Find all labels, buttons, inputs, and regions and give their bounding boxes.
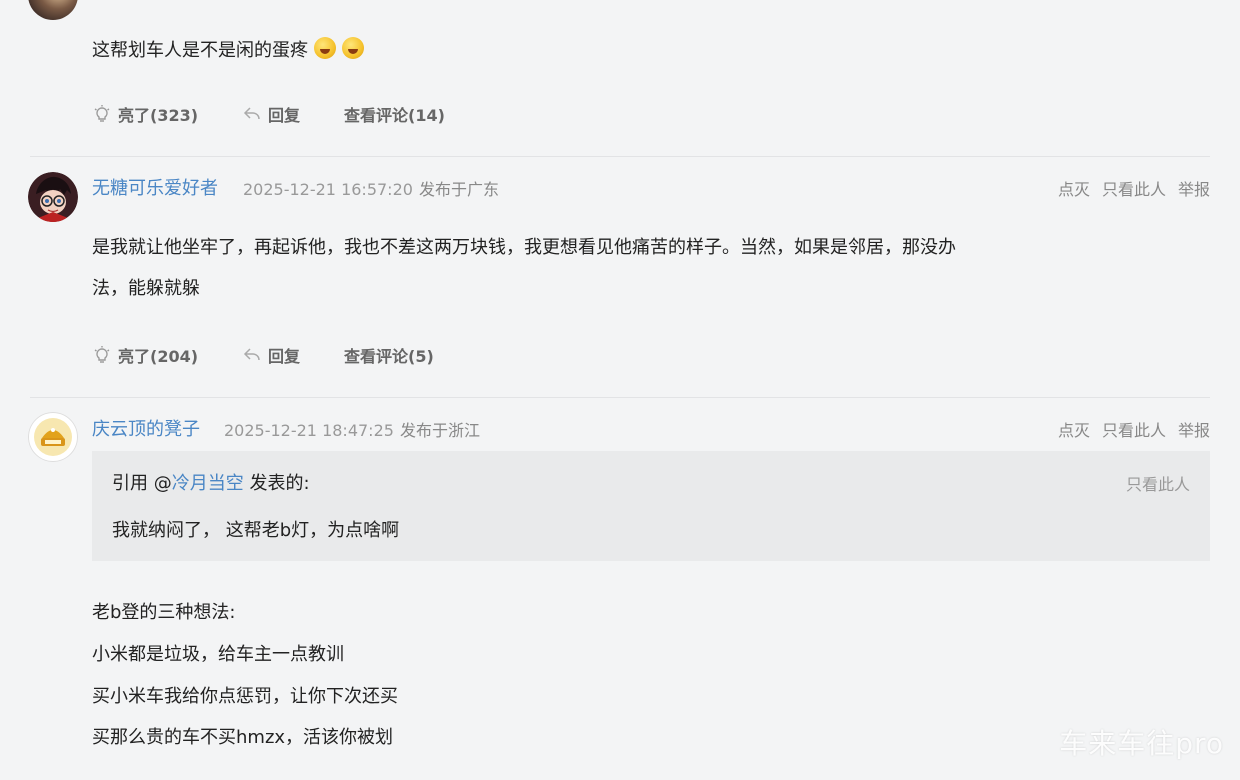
comment-text: 买那么贵的车不买hmzx，活该你被划	[92, 727, 394, 748]
view-comments-button[interactable]: 查看评论(5)	[344, 343, 434, 367]
report-button[interactable]: 举报	[1178, 417, 1210, 441]
report-button[interactable]: 举报	[1178, 176, 1210, 200]
only-this-user-button[interactable]: 只看此人	[1102, 417, 1166, 441]
lightbulb-icon	[94, 346, 110, 363]
dislike-button[interactable]: 点灭	[1058, 176, 1090, 200]
comment-meta: 2025-12-21 16:57:20 发布于广东	[243, 176, 499, 200]
like-button[interactable]: 亮了(204)	[92, 343, 198, 367]
comment-text: 买小米车我给你点惩罚，让你下次还买	[92, 686, 398, 707]
username[interactable]: 庆云顶的凳子	[92, 415, 200, 441]
comment-text: 老b登的三种想法:	[92, 602, 236, 623]
comment-toolbar: 点灭 只看此人 举报	[1046, 417, 1210, 441]
only-this-user-button[interactable]: 只看此人	[1126, 471, 1190, 495]
reply-button[interactable]: 回复	[242, 343, 300, 367]
reply-button[interactable]: 回复	[242, 102, 300, 126]
comment-meta: 2025-12-21 18:47:25 发布于浙江	[224, 417, 480, 441]
comment-text: 是我就让他坐牢了，再起诉他，我也不差这两万块钱，我更想看见他痛苦的样子。当然，如…	[92, 237, 956, 258]
comment-thread: 这帮划车人是不是闲的蛋疼 亮了(323) 回复 查看评论(14) 无糖可乐爱好者	[0, 0, 1240, 780]
comment-toolbar: 点灭 只看此人 举报	[1046, 176, 1210, 200]
quoted-username[interactable]: 冷月当空	[172, 473, 244, 494]
watermark: 车来车往pro	[1059, 727, 1224, 760]
timestamp: 2025-12-21 16:57:20	[243, 180, 413, 199]
username[interactable]: 无糖可乐爱好者	[92, 174, 218, 200]
quote-text: 我就纳闷了， 这帮老b灯，为点啥啊	[112, 520, 400, 541]
avatar-image	[28, 172, 78, 222]
dislike-button[interactable]: 点灭	[1058, 417, 1090, 441]
comment-text: 法，能躲就躲	[92, 278, 200, 299]
location: 发布于广东	[418, 180, 499, 199]
avatar[interactable]	[28, 412, 78, 462]
comment-actions: 亮了(204) 回复 查看评论(5)	[92, 343, 478, 367]
quoted-comment: 引用 @冷月当空 发表的: 只看此人 我就纳闷了， 这帮老b灯，为点啥啊	[92, 451, 1210, 561]
comment-text: 这帮划车人是不是闲的蛋疼	[92, 37, 364, 61]
laughing-emoji-icon	[314, 37, 336, 59]
reply-arrow-icon	[243, 107, 260, 120]
avatar[interactable]	[28, 0, 78, 20]
comment-text: 小米都是垃圾，给车主一点教训	[92, 644, 344, 665]
only-this-user-button[interactable]: 只看此人	[1102, 176, 1166, 200]
location: 发布于浙江	[399, 421, 480, 440]
like-button[interactable]: 亮了(323)	[92, 102, 198, 126]
laughing-emoji-icon	[342, 37, 364, 59]
quote-header: 引用 @冷月当空 发表的:	[112, 473, 310, 494]
reply-arrow-icon	[243, 348, 260, 361]
comment-actions: 亮了(323) 回复 查看评论(14)	[92, 102, 489, 126]
avatar[interactable]	[28, 172, 78, 222]
lightbulb-icon	[94, 105, 110, 122]
divider	[30, 397, 1210, 398]
avatar-image	[28, 412, 78, 462]
divider	[30, 156, 1210, 157]
view-comments-button[interactable]: 查看评论(14)	[344, 102, 445, 126]
timestamp: 2025-12-21 18:47:25	[224, 421, 394, 440]
